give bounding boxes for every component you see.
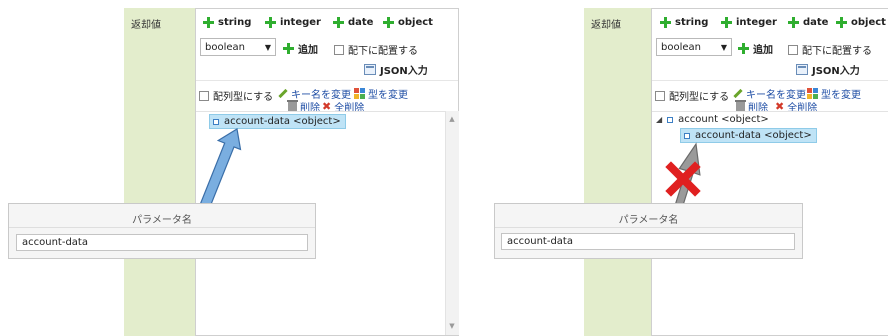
left-add-string-button[interactable]: string <box>203 17 251 28</box>
checkbox-icon <box>788 44 798 55</box>
left-toolbar-divider <box>196 80 458 81</box>
trash-icon <box>735 99 746 112</box>
checkbox-icon <box>334 44 344 55</box>
right-return-value-label: 返却値 <box>591 20 621 31</box>
left-type-select[interactable]: boolean ▼ <box>200 38 276 56</box>
right-add-string-button[interactable]: string <box>660 17 708 28</box>
right-param-dialog: パラメータ名 account-data <box>494 203 803 259</box>
trash-icon <box>287 99 298 112</box>
plus-icon <box>383 17 394 28</box>
left-place-below-checkbox[interactable]: 配下に配置する <box>334 42 418 57</box>
plus-icon <box>836 17 847 28</box>
type-blocks-icon <box>807 88 818 99</box>
left-param-header: パラメータ名 <box>9 204 315 228</box>
right-toolbar-divider <box>652 80 888 81</box>
right-tree-node-account[interactable]: ◢ account <object> <box>656 114 769 125</box>
caret-down-icon: ▼ <box>720 42 727 52</box>
right-label-column <box>584 8 651 336</box>
right-param-input[interactable]: account-data <box>501 233 795 250</box>
pencil-icon <box>732 88 743 99</box>
checkbox-icon <box>199 90 209 101</box>
left-json-input-button[interactable]: JSON入力 <box>364 62 428 77</box>
plus-icon <box>203 17 214 28</box>
left-add-integer-button[interactable]: integer <box>265 17 321 28</box>
right-panel: 返却値 string integer date object boolean ▼ … <box>460 0 888 336</box>
right-json-input-button[interactable]: JSON入力 <box>796 62 860 77</box>
plus-icon <box>721 17 732 28</box>
caret-down-icon: ▼ <box>264 42 271 52</box>
left-add-date-button[interactable]: date <box>333 17 373 28</box>
right-array-checkbox[interactable]: 配列型にする <box>655 88 729 103</box>
plus-icon <box>283 43 294 54</box>
type-blocks-icon <box>354 88 365 99</box>
plus-icon <box>738 43 749 54</box>
right-place-below-checkbox[interactable]: 配下に配置する <box>788 42 872 57</box>
right-add-date-button[interactable]: date <box>788 17 828 28</box>
right-add-button[interactable]: 追加 <box>738 41 773 56</box>
left-panel: 返却値 string integer date object boolean ▼ … <box>0 0 460 336</box>
left-param-input[interactable]: account-data <box>16 234 308 251</box>
json-icon <box>364 64 376 75</box>
scroll-down-icon[interactable]: ▼ <box>446 322 458 330</box>
left-add-object-button[interactable]: object <box>383 17 433 28</box>
left-return-value-label: 返却値 <box>131 20 161 31</box>
left-scrollbar[interactable] <box>445 111 459 335</box>
left-add-button[interactable]: 追加 <box>283 41 318 56</box>
right-param-header: パラメータ名 <box>495 204 802 228</box>
arrow-ok-shape <box>196 128 242 216</box>
scroll-up-icon[interactable]: ▲ <box>446 115 458 123</box>
plus-icon <box>788 17 799 28</box>
plus-icon <box>660 17 671 28</box>
checkbox-icon <box>655 90 665 101</box>
right-type-select[interactable]: boolean ▼ <box>656 38 732 56</box>
plus-icon <box>265 17 276 28</box>
right-add-integer-button[interactable]: integer <box>721 17 777 28</box>
pencil-icon <box>277 88 288 99</box>
left-param-dialog: パラメータ名 account-data <box>8 203 316 259</box>
json-icon <box>796 64 808 75</box>
right-add-object-button[interactable]: object <box>836 17 886 28</box>
node-icon <box>667 116 674 123</box>
left-array-checkbox[interactable]: 配列型にする <box>199 88 273 103</box>
plus-icon <box>333 17 344 28</box>
expand-triangle-icon[interactable]: ◢ <box>656 115 662 124</box>
